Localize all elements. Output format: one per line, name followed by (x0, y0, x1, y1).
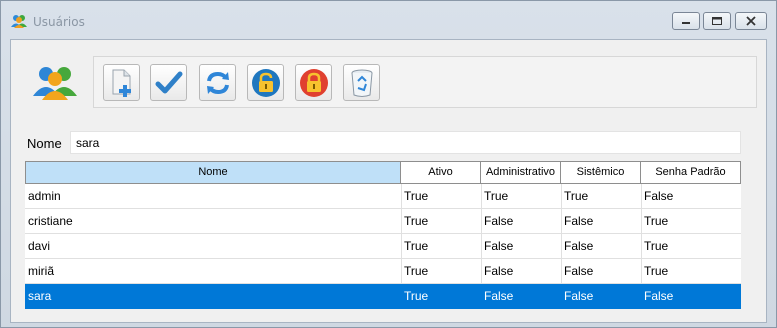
cell-ativo: True (404, 214, 429, 228)
table-row[interactable]: miriã True False False True (25, 259, 741, 284)
cell-administrativo: False (484, 289, 514, 303)
checkmark-icon (155, 71, 182, 93)
toolbar (93, 56, 757, 108)
cell-nome: davi (28, 239, 51, 253)
cell-administrativo: False (484, 214, 514, 228)
cell-senha-padrao: True (644, 264, 669, 278)
column-header-ativo[interactable]: Ativo (401, 161, 481, 184)
cell-ativo: True (404, 239, 429, 253)
table-row[interactable]: admin True True True False (25, 184, 741, 209)
lock-icon (299, 68, 328, 97)
cell-ativo: True (404, 189, 429, 203)
refresh-button[interactable] (199, 64, 236, 101)
cell-sistemico: False (564, 264, 594, 278)
cell-senha-padrao: True (644, 239, 669, 253)
cell-nome: miriã (28, 264, 54, 278)
cell-ativo: True (404, 289, 429, 303)
name-search-input[interactable]: sara (70, 131, 741, 154)
column-header-administrativo[interactable]: Administrativo (481, 161, 561, 184)
minimize-icon (682, 22, 690, 24)
close-button[interactable] (735, 12, 767, 30)
new-button[interactable] (103, 64, 140, 101)
recycle-bin-icon (351, 69, 372, 97)
users-window: Usuários Nome sara Nome Ativo Administra… (0, 0, 777, 328)
users-grid[interactable]: Nome Ativo Administrativo Sistêmico Senh… (25, 161, 741, 309)
unlock-icon (251, 68, 280, 97)
column-header-senha-padrao[interactable]: Senha Padrão (641, 161, 741, 184)
cell-nome: cristiane (28, 214, 73, 228)
cell-senha-padrao: True (644, 214, 669, 228)
cell-nome: sara (28, 289, 52, 303)
form-body: Nome sara Nome Ativo Administrativo Sist… (10, 39, 767, 323)
cell-nome: admin (28, 189, 61, 203)
save-button[interactable] (150, 64, 187, 101)
delete-button[interactable] (343, 64, 380, 101)
cell-administrativo: True (484, 189, 509, 203)
window-title: Usuários (33, 15, 85, 29)
new-document-icon (112, 69, 131, 97)
cell-administrativo: False (484, 239, 514, 253)
restore-icon (712, 17, 722, 25)
users-group-icon (33, 67, 77, 100)
cell-sistemico: False (564, 289, 594, 303)
table-row[interactable]: cristiane True False False True (25, 209, 741, 234)
title-bar[interactable]: Usuários (1, 1, 776, 39)
cell-senha-padrao: False (644, 289, 674, 303)
cell-sistemico: False (564, 214, 594, 228)
cell-sistemico: False (564, 239, 594, 253)
column-header-nome[interactable]: Nome (25, 161, 401, 184)
lock-button[interactable] (295, 64, 332, 101)
cell-senha-padrao: False (644, 189, 674, 203)
close-icon (746, 16, 756, 26)
refresh-icon (206, 71, 229, 94)
maximize-button[interactable] (703, 12, 731, 30)
column-header-sistemico[interactable]: Sistêmico (561, 161, 641, 184)
cell-administrativo: False (484, 264, 514, 278)
unlock-button[interactable] (247, 64, 284, 101)
table-row[interactable]: davi True False False True (25, 234, 741, 259)
name-label: Nome (27, 136, 62, 151)
cell-sistemico: True (564, 189, 589, 203)
users-icon (11, 15, 27, 28)
minimize-button[interactable] (672, 12, 700, 30)
grid-header: Nome Ativo Administrativo Sistêmico Senh… (25, 161, 741, 184)
table-row-selected[interactable]: sara True False False False (25, 284, 741, 309)
cell-ativo: True (404, 264, 429, 278)
